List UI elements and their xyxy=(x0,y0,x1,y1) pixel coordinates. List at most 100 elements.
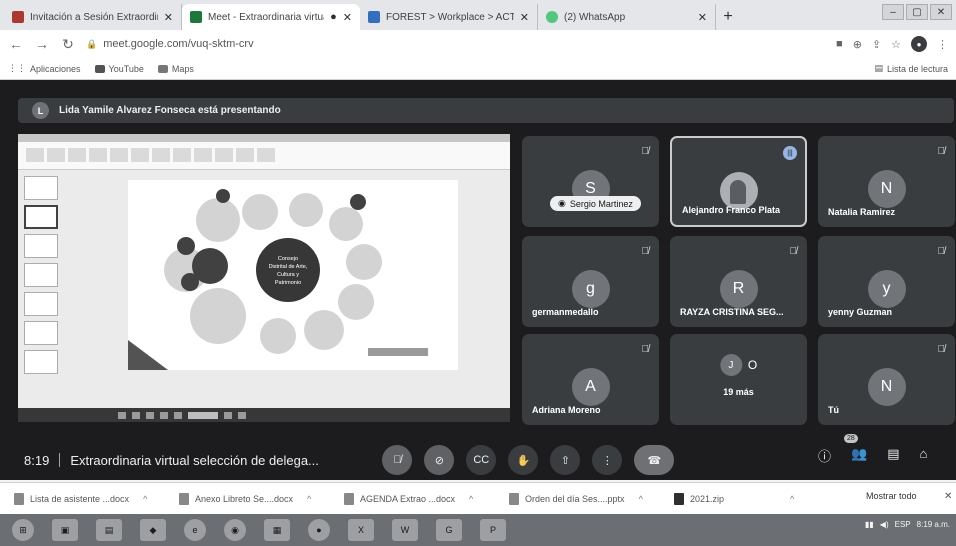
meeting-title: Extraordinaria virtual selección de dele… xyxy=(70,452,319,468)
ie-icon[interactable]: e xyxy=(184,519,206,541)
participant-tile[interactable]: R 🎙̸ RAYZA CRISTINA SEG... xyxy=(670,236,807,327)
download-item[interactable]: Orden del día Ses....pptx ^ xyxy=(509,492,674,505)
chevron-up-icon[interactable]: ^ xyxy=(469,494,473,504)
folder-icon[interactable]: ▦ xyxy=(264,519,290,541)
bookmark-maps[interactable]: Maps xyxy=(157,63,194,74)
chat-icon[interactable]: ▤ xyxy=(887,446,899,465)
participant-tile-speaking[interactable]: ||| Alejandro Franco Plata xyxy=(670,136,807,227)
minimize-icon[interactable]: – xyxy=(882,4,904,20)
participant-avatar: J xyxy=(719,354,742,376)
lock-icon: 🔒 xyxy=(86,38,98,49)
new-tab-button[interactable]: + xyxy=(716,4,740,30)
address-bar[interactable]: 🔒 meet.google.com/vuq-sktm-crv xyxy=(86,34,826,54)
forward-icon[interactable]: → xyxy=(34,36,50,52)
profile-avatar[interactable]: ● xyxy=(911,36,927,52)
bookmark-apps[interactable]: ⋮⋮ Aplicaciones xyxy=(8,63,81,74)
close-icon[interactable]: ✕ xyxy=(520,11,529,24)
powerpoint-icon[interactable]: P xyxy=(480,519,506,541)
os-taskbar: ⊞ ▣ ▤ ◆ e ◉ ▦ ● X W G P ▮▮ ◀) ESP 8:19 a… xyxy=(0,514,956,546)
app-icon[interactable]: ● xyxy=(308,519,330,541)
language-indicator[interactable]: ESP xyxy=(895,520,911,529)
network-icon[interactable]: ▮▮ xyxy=(865,520,874,529)
back-icon[interactable]: ← xyxy=(8,36,24,52)
info-icon[interactable]: ⓘ xyxy=(818,446,831,465)
close-icon[interactable]: ✕ xyxy=(343,11,352,24)
chevron-up-icon[interactable]: ^ xyxy=(639,494,643,504)
download-item[interactable]: Anexo Libreto Se....docx ^ xyxy=(179,492,344,505)
mic-off-icon: 🎙̸ xyxy=(641,246,650,257)
slide-thumbnail xyxy=(24,350,58,374)
raise-hand-button[interactable]: ✋ xyxy=(508,445,539,475)
reload-icon[interactable]: ↻ xyxy=(60,36,76,53)
task-view-icon[interactable]: ▣ xyxy=(52,519,78,541)
participant-avatar: N xyxy=(867,170,906,208)
show-all-button[interactable]: Mostrar todo xyxy=(866,491,917,501)
share-icon[interactable]: ⇪ xyxy=(872,38,881,51)
tab-forest[interactable]: FOREST > Workplace > ACTIVID ✕ xyxy=(360,4,538,30)
close-icon[interactable]: ✕ xyxy=(944,491,952,502)
menu-icon[interactable]: ⋮ xyxy=(937,38,948,51)
participant-tile[interactable]: N 🎙̸ Natalia Ramirez xyxy=(818,136,955,227)
download-filename: AGENDA Extrao ...docx xyxy=(360,493,456,504)
download-item[interactable]: 2021.zip ^ xyxy=(674,492,839,505)
excel-icon[interactable]: X xyxy=(348,519,374,541)
chrome-icon[interactable]: G xyxy=(436,519,462,541)
maximize-icon[interactable]: ▢ xyxy=(906,4,928,20)
more-options-button[interactable]: ⋮ xyxy=(592,445,623,475)
download-item[interactable]: AGENDA Extrao ...docx ^ xyxy=(344,492,509,505)
chevron-up-icon[interactable]: ^ xyxy=(143,494,147,504)
bookmark-label: Aplicaciones xyxy=(30,63,81,74)
chevron-up-icon[interactable]: ^ xyxy=(790,494,794,504)
shared-screen[interactable]: Consejo Distrital de Arte, Cultura y Pat… xyxy=(18,134,510,422)
close-window-icon[interactable]: ✕ xyxy=(930,4,952,20)
slide-corner-decor xyxy=(128,340,168,370)
zoom-icon[interactable]: ⊕ xyxy=(853,38,862,51)
participant-count-badge: 28 xyxy=(844,434,858,443)
captions-button[interactable]: CC xyxy=(466,445,497,475)
word-icon[interactable]: W xyxy=(392,519,418,541)
download-item[interactable]: Lista de asistente ...docx ^ xyxy=(14,492,179,505)
self-tile[interactable]: N 🎙̸ Tú xyxy=(818,334,955,425)
star-icon[interactable]: ☆ xyxy=(891,38,901,51)
mic-toggle-button[interactable]: 🎙̸ xyxy=(382,445,413,475)
start-icon[interactable]: ⊞ xyxy=(12,519,34,541)
chevron-up-icon[interactable]: ^ xyxy=(307,494,311,504)
meeting-clock: 8:19 xyxy=(24,452,50,468)
name-text: Sergio Martinez xyxy=(569,198,633,209)
participant-name: yenny Guzman xyxy=(828,307,893,317)
camera-toggle-button[interactable]: ⊘ xyxy=(424,445,455,475)
tab-meet[interactable]: Meet - Extraordinaria virtua ● ✕ xyxy=(182,4,360,30)
volume-icon[interactable]: ◀) xyxy=(880,520,889,529)
participant-avatar: O xyxy=(747,358,758,372)
participant-tile[interactable]: y 🎙̸ yenny Guzman xyxy=(818,236,955,327)
bookmark-youtube[interactable]: YouTube xyxy=(94,64,144,74)
chrome-icon[interactable]: ◉ xyxy=(224,519,246,541)
close-icon[interactable]: ✕ xyxy=(164,11,173,24)
close-icon[interactable]: ✕ xyxy=(698,11,707,24)
tab-gmail[interactable]: Invitación a Sesión Extraordinar ✕ xyxy=(4,4,182,30)
download-filename: Orden del día Ses....pptx xyxy=(525,493,625,504)
camera-icon[interactable]: ■ xyxy=(836,38,843,50)
people-icon[interactable]: 👥 xyxy=(851,446,867,465)
file-explorer-icon[interactable]: ▤ xyxy=(96,519,122,541)
participant-tile[interactable]: g 🎙̸ germanmedallo xyxy=(522,236,659,327)
leave-call-button[interactable]: ☎ xyxy=(634,445,675,475)
reading-list-button[interactable]: ▤ Lista de lectura xyxy=(874,63,948,74)
tab-whatsapp[interactable]: (2) WhatsApp ✕ xyxy=(538,4,716,30)
maps-icon xyxy=(157,64,168,73)
app-icon[interactable]: ◆ xyxy=(140,519,166,541)
bookmarks-bar: ⋮⋮ Aplicaciones YouTube Maps ▤ Lista de … xyxy=(0,58,956,80)
svg-text:Distrital de Arte,: Distrital de Arte, xyxy=(269,264,308,270)
participant-tile[interactable]: A 🎙̸ Adriana Moreno xyxy=(522,334,659,425)
present-button[interactable]: ⇧ xyxy=(550,445,581,475)
activities-icon[interactable]: ⌂ xyxy=(920,446,928,465)
more-participants-tile[interactable]: J O 19 más xyxy=(670,334,807,425)
taskbar-strip xyxy=(18,408,510,422)
more-avatars: J O xyxy=(719,354,758,376)
participant-tile[interactable]: S 🎙̸ ◉ Sergio Martinez xyxy=(522,136,659,227)
reading-list-label: Lista de lectura xyxy=(886,63,948,74)
download-filename: Lista de asistente ...docx xyxy=(30,493,130,504)
system-clock[interactable]: 8:19 a.m. xyxy=(917,520,950,529)
bookmark-label: Maps xyxy=(171,63,194,74)
gmail-icon xyxy=(12,11,24,23)
